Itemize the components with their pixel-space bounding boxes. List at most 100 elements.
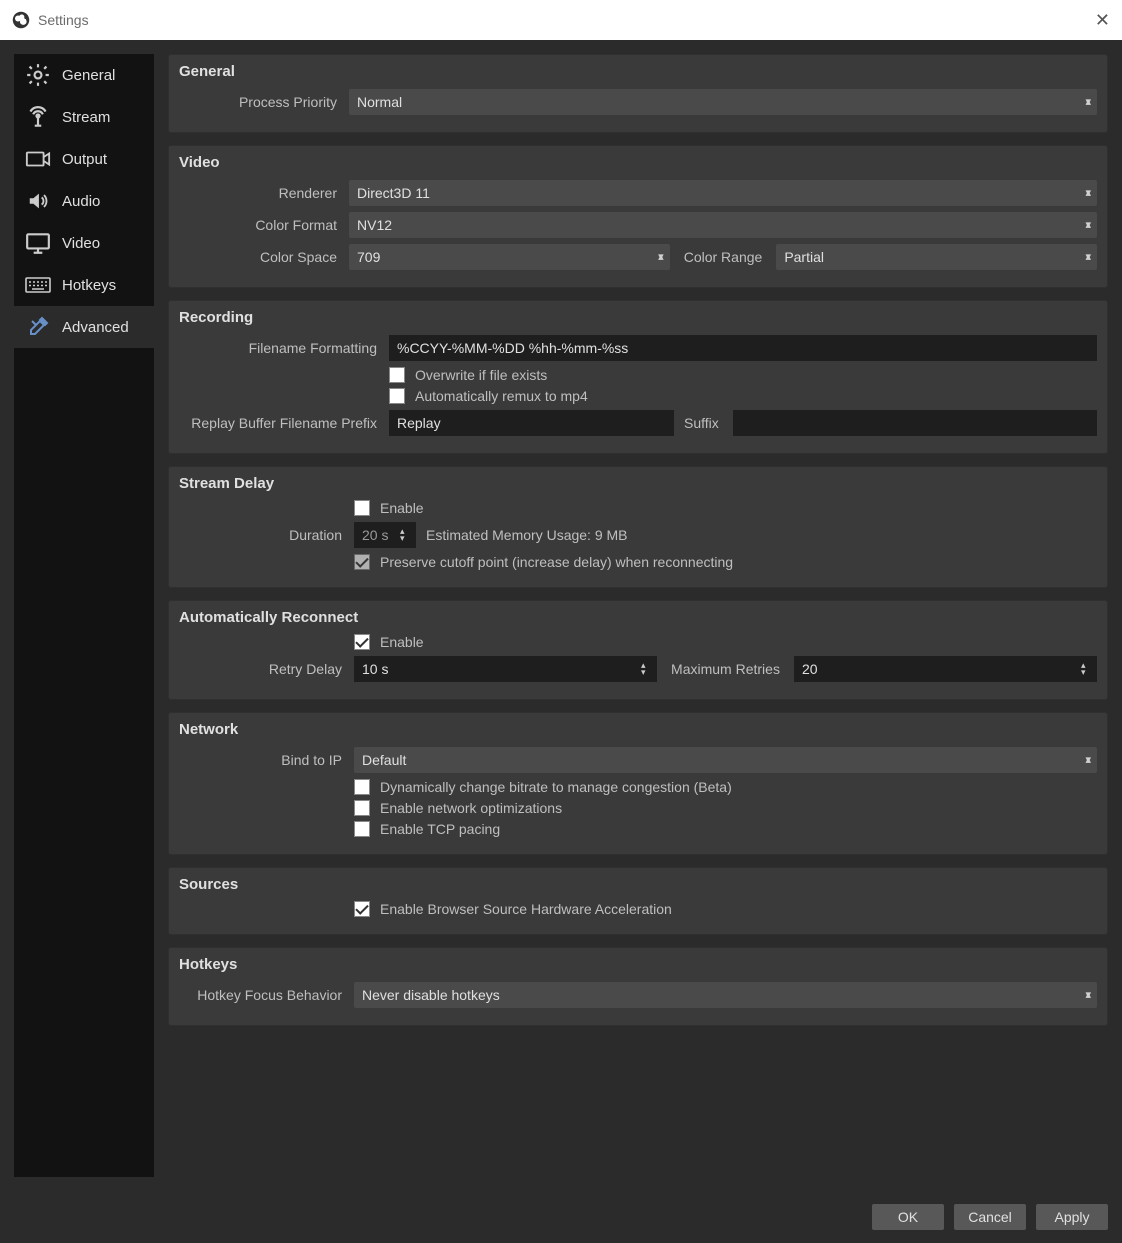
group-title: Network (179, 721, 1097, 738)
sidebar-item-video[interactable]: Video (14, 222, 154, 264)
output-icon (24, 148, 52, 170)
select-value: NV12 (357, 217, 392, 233)
select-value: Direct3D 11 (357, 185, 430, 201)
window-title: Settings (38, 12, 1095, 28)
net-opt-checkbox[interactable] (354, 800, 370, 816)
sidebar-item-audio[interactable]: Audio (14, 180, 154, 222)
color-space-select[interactable]: 709 ▴▾ (349, 244, 670, 270)
spinner-value: 10 s (362, 661, 388, 677)
color-range-select[interactable]: Partial ▴▾ (776, 244, 1097, 270)
preserve-cutoff-checkbox[interactable] (354, 554, 370, 570)
group-title: Stream Delay (179, 475, 1097, 492)
process-priority-select[interactable]: Normal ▴▾ (349, 89, 1097, 115)
overwrite-checkbox[interactable] (389, 367, 405, 383)
dyn-bitrate-checkbox[interactable] (354, 779, 370, 795)
retry-delay-spinner[interactable]: 10 s ▴▾ (354, 656, 657, 682)
renderer-label: Renderer (179, 185, 339, 201)
spinner-value: 20 s (362, 527, 388, 543)
process-priority-label: Process Priority (179, 94, 339, 110)
color-space-label: Color Space (179, 249, 339, 265)
group-title: General (179, 63, 1097, 80)
sidebar-item-label: Output (62, 151, 107, 168)
app-icon (12, 11, 30, 29)
group-title: Automatically Reconnect (179, 609, 1097, 626)
select-value: Partial (784, 249, 824, 265)
focus-behavior-select[interactable]: Never disable hotkeys ▴▾ (354, 982, 1097, 1008)
sidebar-item-label: Audio (62, 193, 100, 210)
group-sources: Sources Enable Browser Source Hardware A… (168, 867, 1108, 935)
focus-behavior-label: Hotkey Focus Behavior (179, 987, 344, 1003)
sidebar-item-label: Advanced (62, 319, 129, 336)
sidebar-item-label: Stream (62, 109, 110, 126)
group-title: Recording (179, 309, 1097, 326)
bind-ip-select[interactable]: Default ▴▾ (354, 747, 1097, 773)
apply-button[interactable]: Apply (1036, 1204, 1108, 1230)
group-network: Network Bind to IP Default ▴▾ Dynamicall… (168, 712, 1108, 855)
sidebar: General Stream Output Audio (14, 54, 154, 1177)
retry-delay-label: Retry Delay (179, 661, 344, 677)
group-video: Video Renderer Direct3D 11 ▴▾ Color Form… (168, 145, 1108, 288)
sidebar-item-advanced[interactable]: Advanced (14, 306, 154, 348)
chevron-updown-icon: ▴▾ (641, 656, 655, 682)
group-recording: Recording Filename Formatting Overwrite … (168, 300, 1108, 454)
duration-spinner[interactable]: 20 s ▴▾ (354, 522, 416, 548)
tcp-pacing-label: Enable TCP pacing (380, 821, 500, 837)
net-opt-label: Enable network optimizations (380, 800, 562, 816)
color-range-label: Color Range (680, 249, 767, 265)
group-title: Hotkeys (179, 956, 1097, 973)
group-title: Video (179, 154, 1097, 171)
max-retries-label: Maximum Retries (667, 661, 784, 677)
spinner-value: 20 (802, 661, 818, 677)
reconnect-enable-checkbox[interactable] (354, 634, 370, 650)
settings-window: Settings ✕ General Stream Output (0, 0, 1122, 1243)
antenna-icon (24, 106, 52, 128)
tcp-pacing-checkbox[interactable] (354, 821, 370, 837)
color-format-select[interactable]: NV12 ▴▾ (349, 212, 1097, 238)
group-general: General Process Priority Normal ▴▾ (168, 54, 1108, 133)
stream-delay-enable-checkbox[interactable] (354, 500, 370, 516)
sidebar-item-label: General (62, 67, 115, 84)
speaker-icon (24, 190, 52, 212)
sidebar-item-general[interactable]: General (14, 54, 154, 96)
suffix-label: Suffix (684, 415, 723, 431)
memory-usage-label: Estimated Memory Usage: 9 MB (426, 527, 628, 543)
group-stream-delay: Stream Delay Enable Duration 20 s ▴▾ Est… (168, 466, 1108, 588)
browser-hw-checkbox[interactable] (354, 901, 370, 917)
select-value: Default (362, 752, 406, 768)
chevron-updown-icon: ▴▾ (1081, 656, 1095, 682)
ok-button[interactable]: OK (872, 1204, 944, 1230)
chevron-updown-icon: ▴▾ (400, 522, 414, 548)
browser-hw-label: Enable Browser Source Hardware Accelerat… (380, 901, 672, 917)
keyboard-icon (24, 274, 52, 296)
filename-formatting-input[interactable] (389, 335, 1097, 361)
content: General Process Priority Normal ▴▾ Video… (154, 40, 1122, 1191)
auto-remux-checkbox[interactable] (389, 388, 405, 404)
duration-label: Duration (179, 527, 344, 543)
sidebar-item-output[interactable]: Output (14, 138, 154, 180)
suffix-input[interactable] (733, 410, 1097, 436)
select-value: Never disable hotkeys (362, 987, 500, 1003)
gear-icon (24, 64, 52, 86)
sidebar-item-stream[interactable]: Stream (14, 96, 154, 138)
color-format-label: Color Format (179, 217, 339, 233)
sidebar-item-label: Hotkeys (62, 277, 116, 294)
close-icon[interactable]: ✕ (1095, 10, 1110, 31)
filename-formatting-label: Filename Formatting (179, 340, 379, 356)
titlebar: Settings ✕ (0, 0, 1122, 40)
stream-delay-enable-label: Enable (380, 500, 424, 516)
group-title: Sources (179, 876, 1097, 893)
replay-prefix-input[interactable] (389, 410, 674, 436)
cancel-button[interactable]: Cancel (954, 1204, 1026, 1230)
select-value: Normal (357, 94, 402, 110)
select-value: 709 (357, 249, 380, 265)
sidebar-item-hotkeys[interactable]: Hotkeys (14, 264, 154, 306)
replay-prefix-label: Replay Buffer Filename Prefix (179, 415, 379, 431)
renderer-select[interactable]: Direct3D 11 ▴▾ (349, 180, 1097, 206)
footer: OK Cancel Apply (0, 1191, 1122, 1243)
tools-icon (24, 316, 52, 338)
max-retries-spinner[interactable]: 20 ▴▾ (794, 656, 1097, 682)
bind-ip-label: Bind to IP (179, 752, 344, 768)
monitor-icon (24, 232, 52, 254)
body: General Stream Output Audio (0, 40, 1122, 1191)
dyn-bitrate-label: Dynamically change bitrate to manage con… (380, 779, 732, 795)
